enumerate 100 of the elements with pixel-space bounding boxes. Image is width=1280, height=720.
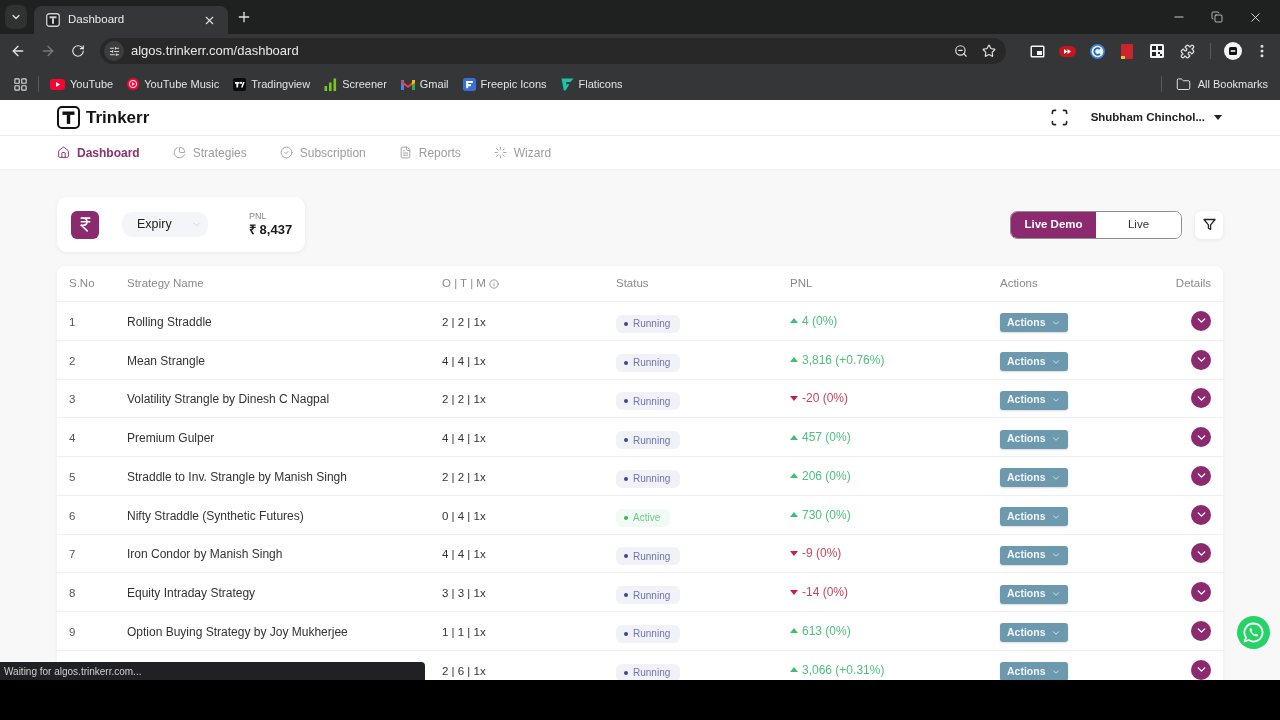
strategy-name: Mean Strangle bbox=[127, 353, 206, 368]
column-header: O | T | M bbox=[442, 275, 486, 291]
apps-grid-icon[interactable] bbox=[13, 76, 28, 92]
expand-button[interactable] bbox=[1191, 543, 1211, 564]
otm-value: 2 | 2 | 1x bbox=[442, 315, 486, 328]
favicon-icon bbox=[46, 13, 60, 27]
expand-button[interactable] bbox=[1191, 504, 1211, 525]
status-label: Running bbox=[633, 588, 671, 603]
column-header: Actions bbox=[1000, 275, 1038, 291]
site-settings-icon[interactable] bbox=[104, 41, 124, 61]
chevron-down-icon bbox=[1050, 589, 1061, 599]
puzzle-icon[interactable] bbox=[1179, 43, 1195, 59]
tab-search-button[interactable] bbox=[5, 5, 27, 29]
expand-button[interactable] bbox=[1191, 427, 1211, 448]
qr-code-icon[interactable] bbox=[1150, 44, 1164, 58]
otm-value: 4 | 4 | 1x bbox=[442, 548, 486, 561]
status-label: Running bbox=[633, 549, 671, 564]
strategy-name: Option Buying Strategy by Joy Mukherjee bbox=[127, 624, 348, 639]
f-shape-logo-icon bbox=[560, 77, 574, 91]
pnl-label: PNL bbox=[249, 211, 268, 222]
column-header: S.No bbox=[69, 275, 95, 291]
expand-button[interactable] bbox=[1191, 659, 1211, 680]
filter-button[interactable] bbox=[1195, 210, 1223, 239]
expand-button[interactable] bbox=[1191, 620, 1211, 641]
serial-number: 6 bbox=[69, 509, 76, 522]
otm-value: 0 | 4 | 1x bbox=[442, 509, 486, 522]
nav-tab[interactable]: Dashboard bbox=[57, 143, 140, 162]
strategy-name: Rolling Straddle bbox=[127, 314, 212, 329]
star-icon[interactable] bbox=[982, 44, 996, 58]
chevron-down-icon bbox=[1050, 434, 1061, 444]
status-label: Running bbox=[633, 356, 671, 371]
strategy-name: Straddle to Inv. Strangle by Manish Singh bbox=[127, 469, 347, 484]
bookmark-link[interactable]: Flaticons bbox=[557, 75, 626, 93]
browser-tab[interactable]: Dashboard bbox=[34, 6, 228, 34]
logo-icon bbox=[57, 106, 80, 129]
book-icon[interactable] bbox=[1121, 43, 1133, 59]
pnl-value: 457 (0%) bbox=[802, 429, 851, 447]
home-icon bbox=[57, 146, 70, 159]
serial-number: 2 bbox=[69, 354, 76, 367]
folder-icon bbox=[1175, 76, 1191, 92]
bookmark-link[interactable]: Gmail bbox=[397, 75, 452, 93]
bookmark-link[interactable]: YouTube bbox=[47, 75, 117, 93]
profile-icon[interactable] bbox=[1224, 42, 1242, 60]
forward-icon[interactable] bbox=[40, 43, 56, 59]
letter-f-tile-icon bbox=[462, 77, 476, 91]
bookmark-link[interactable]: Screener bbox=[321, 75, 390, 93]
back-icon[interactable] bbox=[10, 43, 26, 59]
strategy-name: Premium Gulper bbox=[127, 431, 215, 446]
c-circle-icon[interactable] bbox=[1089, 43, 1105, 59]
brand-name: Trinkerr bbox=[86, 106, 150, 129]
phone-bubble-icon bbox=[1243, 622, 1264, 643]
pnl-value: 3,816 (+0.76%) bbox=[802, 351, 885, 369]
bookmark-link[interactable]: Freepic Icons bbox=[459, 75, 550, 93]
new-tab-icon[interactable] bbox=[236, 9, 252, 25]
expand-button[interactable] bbox=[1191, 465, 1211, 486]
zoom-out-icon[interactable] bbox=[954, 44, 968, 58]
reload-icon[interactable] bbox=[71, 44, 85, 58]
pnl-value: 206 (0%) bbox=[802, 467, 851, 485]
serial-number: 7 bbox=[69, 548, 76, 561]
pnl-value: -14 (0%) bbox=[802, 584, 848, 602]
strategy-name: Volatility Strangle by Dinesh C Nagpal bbox=[127, 392, 330, 407]
otm-value: 1 | 1 | 1x bbox=[442, 625, 486, 638]
status-label: Running bbox=[633, 627, 671, 642]
expand-button[interactable] bbox=[1191, 349, 1211, 370]
logo-tile-icon bbox=[233, 77, 247, 91]
expand-button[interactable] bbox=[1191, 310, 1211, 331]
restore-icon[interactable] bbox=[1211, 11, 1223, 23]
serial-number: 1 bbox=[69, 315, 76, 328]
otm-value: 2 | 6 | 1x bbox=[442, 664, 486, 677]
pnl-value: 613 (0%) bbox=[802, 622, 851, 640]
status-label: Active bbox=[633, 511, 661, 526]
all-bookmarks-button[interactable]: All Bookmarks bbox=[1175, 75, 1268, 93]
pnl-value: -20 (0%) bbox=[802, 390, 848, 408]
pnl-total: ₹ 8,437 bbox=[249, 222, 293, 238]
status-label: Running bbox=[633, 433, 671, 448]
fast-forward-icon[interactable] bbox=[1058, 45, 1076, 57]
expand-button[interactable] bbox=[1191, 582, 1211, 603]
pnl-value: 3,066 (+0.31%) bbox=[802, 661, 885, 679]
pie-chart-icon bbox=[172, 146, 186, 159]
strategy-name: Iron Condor by Manish Singh bbox=[127, 547, 283, 562]
mode-toggle-option[interactable]: Live Demo bbox=[1011, 211, 1096, 238]
check-circle-icon bbox=[279, 146, 293, 159]
pnl-value: -9 (0%) bbox=[802, 545, 842, 563]
column-header: PNL bbox=[790, 275, 813, 291]
user-menu[interactable]: Shubham Chinchol... bbox=[1090, 108, 1222, 127]
bookmark-link[interactable]: YouTube Music bbox=[124, 75, 223, 93]
expand-button[interactable] bbox=[1191, 388, 1211, 409]
column-header: Status bbox=[616, 275, 649, 291]
strategy-name: Equity Intraday Strategy bbox=[127, 586, 256, 601]
spinner-icon bbox=[493, 146, 507, 159]
address-bar[interactable]: algos.trinkerr.com/dashboard bbox=[100, 38, 1006, 64]
caret-down-icon bbox=[1214, 115, 1222, 120]
fullscreen-icon[interactable] bbox=[1049, 108, 1069, 127]
status-label: Running bbox=[633, 317, 671, 332]
bookmark-link[interactable]: Tradingview bbox=[230, 75, 314, 93]
otm-value: 2 | 2 | 1x bbox=[442, 470, 486, 483]
period-dropdown[interactable]: Expiry bbox=[122, 212, 208, 237]
pnl-value: 730 (0%) bbox=[802, 506, 851, 524]
picture-in-picture-icon[interactable] bbox=[1029, 44, 1045, 58]
otm-value: 3 | 3 | 1x bbox=[442, 587, 486, 600]
